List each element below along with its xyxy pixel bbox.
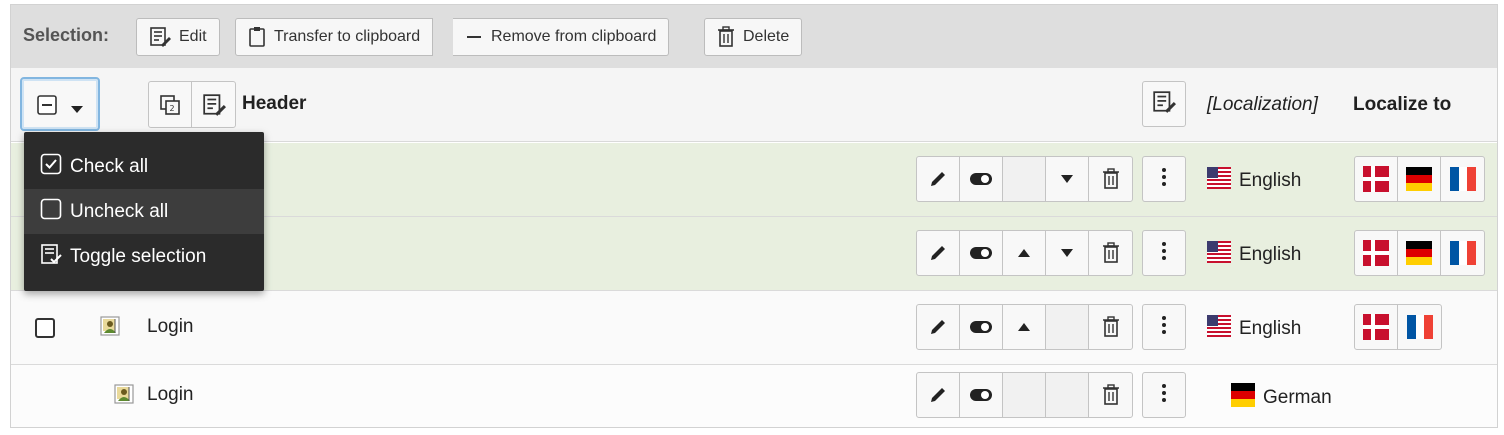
row-title[interactable]: Login <box>147 316 194 338</box>
flag-denmark-icon[interactable] <box>1355 157 1398 201</box>
transfer-button-label: Transfer to clipboard <box>274 28 421 45</box>
move-down-slot <box>1046 373 1089 417</box>
caret-down-icon <box>70 101 84 119</box>
more-options-button[interactable] <box>1142 156 1186 202</box>
toggle-visibility-icon[interactable] <box>960 305 1003 349</box>
remove-from-clipboard-button[interactable]: Remove from clipboard <box>453 18 670 56</box>
more-options-button[interactable] <box>1142 230 1186 276</box>
row-language: English <box>1207 315 1301 343</box>
trash-icon <box>717 26 735 48</box>
move-down-slot <box>1046 305 1089 349</box>
content-element-icon <box>99 315 123 344</box>
localize-flags <box>1354 156 1485 202</box>
check-all-label: Check all <box>70 155 149 177</box>
row-language: English <box>1207 241 1301 269</box>
flag-denmark-icon[interactable] <box>1355 305 1398 349</box>
move-up-slot <box>1003 373 1046 417</box>
ellipsis-vertical-icon <box>1161 315 1167 340</box>
row-title[interactable]: Login <box>147 384 194 406</box>
selection-label: Selection: <box>23 25 110 45</box>
pencil-icon[interactable] <box>917 157 960 201</box>
ellipsis-vertical-icon <box>1161 167 1167 192</box>
flag-usa-icon <box>1207 241 1231 269</box>
svg-text:2: 2 <box>170 104 175 113</box>
transfer-to-clipboard-button[interactable]: Transfer to clipboard <box>235 18 434 56</box>
localization-column: [Localization] <box>1207 94 1318 115</box>
flag-france-icon[interactable] <box>1398 305 1441 349</box>
header-actions: 2 <box>148 81 236 128</box>
pencil-icon[interactable] <box>917 231 960 275</box>
edit-button-label: Edit <box>179 28 207 45</box>
move-down-icon[interactable] <box>1046 157 1089 201</box>
flag-germany-icon[interactable] <box>1398 157 1441 201</box>
localize-to-column: Localize to <box>1353 94 1452 115</box>
language-label: English <box>1239 170 1302 191</box>
flag-france-icon[interactable] <box>1441 157 1484 201</box>
edit-list-icon <box>1152 90 1176 119</box>
row-language: English <box>1207 167 1301 195</box>
toggle-selection-icon <box>40 243 62 271</box>
remove-button-label: Remove from clipboard <box>491 28 657 45</box>
toggle-visibility-icon[interactable] <box>960 373 1003 417</box>
copy-icon[interactable]: 2 <box>149 82 192 127</box>
uncheck-all-item[interactable]: Uncheck all <box>24 189 264 234</box>
checkbox-checked-icon <box>40 153 62 181</box>
flag-germany-icon <box>1231 383 1255 413</box>
check-all-item[interactable]: Check all <box>24 144 264 189</box>
pencil-icon[interactable] <box>917 305 960 349</box>
edit-localization-button[interactable] <box>1142 81 1186 127</box>
edit-list-icon <box>149 26 171 48</box>
delete-button[interactable]: Delete <box>704 18 803 56</box>
ellipsis-vertical-icon <box>1161 241 1167 266</box>
table-header: 2 Header [Localization] Localize to <box>11 68 1497 142</box>
toggle-visibility-icon[interactable] <box>960 157 1003 201</box>
move-down-icon[interactable] <box>1046 231 1089 275</box>
language-label: German <box>1263 387 1332 408</box>
header-column-title[interactable]: Header <box>242 93 306 115</box>
move-up-icon[interactable] <box>1003 231 1046 275</box>
more-options-button[interactable] <box>1142 372 1186 418</box>
table-row: Login English <box>11 291 1497 365</box>
minus-icon <box>465 28 483 46</box>
ellipsis-vertical-icon <box>1161 383 1167 408</box>
selection-bar: Selection: Edit Transfer to clipboard Re… <box>10 4 1498 68</box>
row-actions <box>916 156 1133 202</box>
trash-icon[interactable] <box>1089 157 1132 201</box>
flag-usa-icon <box>1207 315 1231 343</box>
trash-icon[interactable] <box>1089 231 1132 275</box>
toggle-visibility-icon[interactable] <box>960 231 1003 275</box>
flag-germany-icon[interactable] <box>1398 231 1441 275</box>
move-up-icon[interactable] <box>1003 305 1046 349</box>
row-language: German <box>1231 383 1332 413</box>
row-actions <box>916 230 1133 276</box>
edit-columns-icon[interactable] <box>192 82 235 127</box>
content-element-icon <box>113 383 137 412</box>
flag-denmark-icon[interactable] <box>1355 231 1398 275</box>
flag-france-icon[interactable] <box>1441 231 1484 275</box>
clipboard-icon <box>248 26 266 48</box>
trash-icon[interactable] <box>1089 373 1132 417</box>
selection-dropdown-menu: Check all Uncheck all Toggle selection <box>24 132 264 291</box>
toggle-selection-item[interactable]: Toggle selection <box>24 234 264 279</box>
table-row: Login German <box>11 365 1497 427</box>
more-options-button[interactable] <box>1142 304 1186 350</box>
pencil-icon[interactable] <box>917 373 960 417</box>
checkbox-empty-icon <box>40 198 62 226</box>
language-label: English <box>1239 244 1302 265</box>
trash-icon[interactable] <box>1089 305 1132 349</box>
select-all-toggle[interactable] <box>20 77 100 131</box>
flag-usa-icon <box>1207 167 1231 195</box>
localize-flags <box>1354 304 1442 350</box>
toggle-selection-label: Toggle selection <box>70 245 207 267</box>
localize-flags <box>1354 230 1485 276</box>
row-actions <box>916 304 1133 350</box>
language-label: English <box>1239 318 1302 339</box>
delete-button-label: Delete <box>743 28 790 45</box>
move-up-slot <box>1003 157 1046 201</box>
row-checkbox[interactable] <box>35 318 55 338</box>
row-actions <box>916 372 1133 418</box>
uncheck-all-label: Uncheck all <box>70 200 169 222</box>
edit-button[interactable]: Edit <box>136 18 220 56</box>
minus-square-icon <box>37 95 57 120</box>
